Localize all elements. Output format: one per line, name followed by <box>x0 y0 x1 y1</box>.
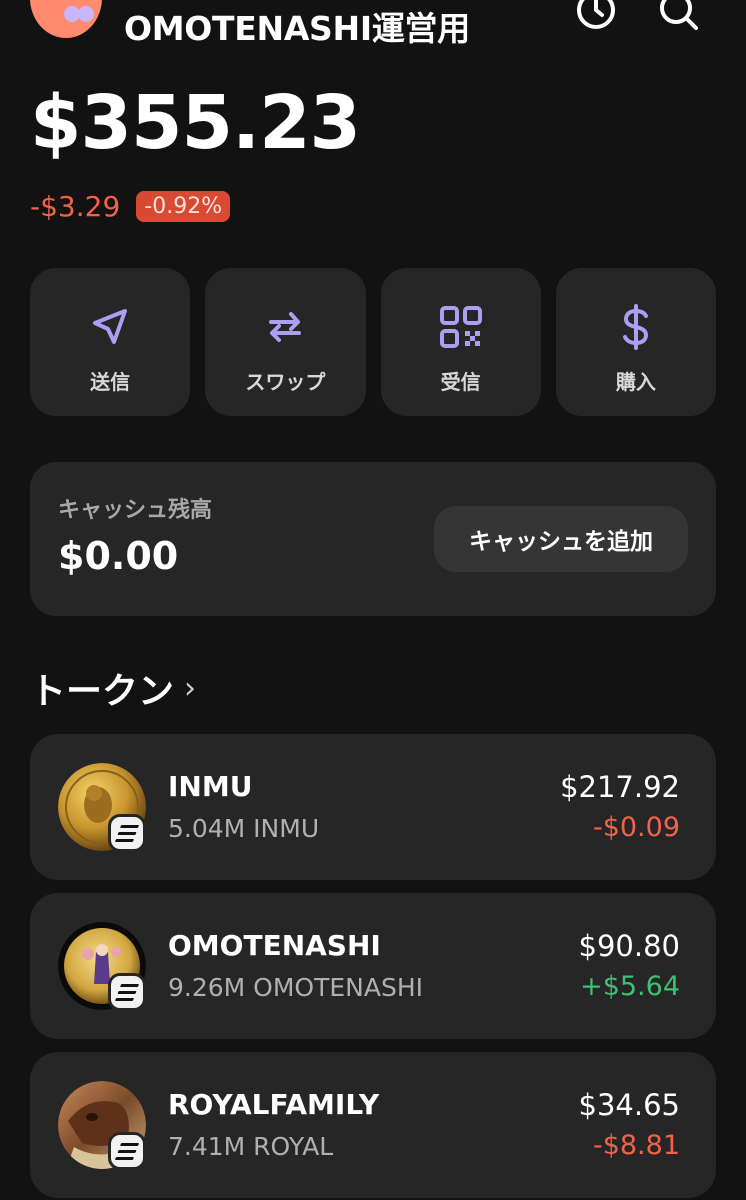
cash-balance-value: $0.00 <box>58 534 179 578</box>
cash-balance-label: キャッシュ残高 <box>58 498 213 523</box>
account-avatar[interactable] <box>30 0 102 38</box>
solana-chain-badge <box>108 814 146 852</box>
send-label: 送信 <box>90 370 131 394</box>
swap-label: スワップ <box>245 370 326 394</box>
change-percent-badge: -0.92% <box>136 190 231 222</box>
token-name: INMU <box>168 770 253 803</box>
tokens-section-title: トークン <box>30 671 175 712</box>
token-amount: 5.04M INMU <box>168 814 320 843</box>
token-change: -$0.09 <box>592 812 680 843</box>
total-balance: $355.23 <box>30 80 361 166</box>
token-amount: 9.26M OMOTENASHI <box>168 973 424 1002</box>
account-name[interactable]: OMOTENASHI運営用 <box>124 2 470 50</box>
cash-balance-card: キャッシュ残高 $0.00 キャッシュを追加 <box>30 462 716 616</box>
receive-label: 受信 <box>440 370 481 394</box>
token-value: $90.80 <box>578 929 680 963</box>
chevron-right-icon: › <box>184 670 197 706</box>
header: OMOTENASHI運営用 <box>0 0 746 60</box>
add-cash-button[interactable]: キャッシュを追加 <box>434 506 688 572</box>
tokens-section-header[interactable]: トークン › <box>30 662 196 714</box>
token-value: $34.65 <box>578 1088 680 1122</box>
send-button[interactable]: 送信 <box>30 268 191 416</box>
token-change: +$5.64 <box>580 971 680 1002</box>
buy-button[interactable]: 購入 <box>555 268 716 416</box>
receive-button[interactable]: 受信 <box>380 268 541 416</box>
buy-label: 購入 <box>615 370 656 394</box>
token-row[interactable]: OMOTENASHI 9.26M OMOTENASHI $90.80 +$5.6… <box>30 893 716 1039</box>
solana-chain-badge <box>108 973 146 1011</box>
dollar-icon <box>622 304 648 350</box>
search-icon[interactable] <box>656 0 700 32</box>
token-row[interactable]: ROYALFAMILY 7.41M ROYAL $34.65 -$8.81 <box>30 1052 716 1198</box>
token-value: $217.92 <box>560 770 680 804</box>
token-row[interactable]: INMU 5.04M INMU $217.92 -$0.09 <box>30 734 716 880</box>
token-change: -$8.81 <box>592 1130 680 1161</box>
action-buttons: 送信 スワップ 受信 購入 <box>30 268 716 416</box>
balance-change: -$3.29 -0.92% <box>30 186 231 226</box>
swap-icon <box>269 312 302 342</box>
avatar-eye <box>78 6 94 22</box>
qr-code-icon <box>439 306 482 348</box>
history-icon[interactable] <box>574 0 618 32</box>
token-name: ROYALFAMILY <box>168 1088 380 1121</box>
solana-chain-badge <box>108 1132 146 1170</box>
change-amount: -$3.29 <box>30 189 121 223</box>
send-icon <box>93 309 128 344</box>
swap-button[interactable]: スワップ <box>205 268 366 416</box>
token-name: OMOTENASHI <box>168 929 381 962</box>
token-amount: 7.41M ROYAL <box>168 1132 334 1161</box>
